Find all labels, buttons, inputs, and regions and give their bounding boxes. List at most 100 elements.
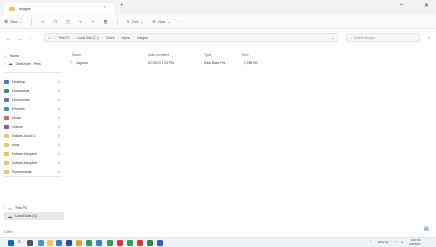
- divider: [4, 176, 62, 177]
- app-icon[interactable]: [127, 240, 133, 246]
- status-bar: 1 item ▤: [0, 226, 436, 237]
- language-indicator[interactable]: ENG IN: [378, 240, 388, 244]
- folder-app-icon[interactable]: [76, 240, 82, 246]
- folder-icon: [4, 98, 9, 102]
- store-icon[interactable]: [66, 240, 72, 246]
- start-icon[interactable]: [8, 240, 14, 246]
- sidebar-item-quick-access[interactable]: Dollars Adopted ⚲: [4, 150, 64, 158]
- pc-icon: ▭: [8, 205, 12, 211]
- search-input[interactable]: ⌕ Search Images: [346, 33, 420, 42]
- folder-icon: [4, 170, 9, 174]
- column-header-type[interactable]: Type: [204, 53, 211, 57]
- sidebar-item-quick-access[interactable]: Documents ⚲: [4, 96, 64, 104]
- sidebar-item-home[interactable]: ⌂ Home: [4, 52, 64, 60]
- folder-icon: [4, 161, 9, 165]
- app-icon[interactable]: [147, 240, 153, 246]
- breadcrumb-this-pc[interactable]: This PC: [58, 36, 70, 40]
- plus-icon: ⊕: [4, 18, 9, 25]
- task-view-icon[interactable]: [27, 240, 33, 246]
- speaker-icon[interactable]: ◂: [401, 240, 403, 244]
- up-icon[interactable]: ↑: [29, 36, 31, 41]
- minimize-button[interactable]: –: [400, 2, 403, 8]
- share-icon[interactable]: ↗: [91, 20, 94, 24]
- back-icon[interactable]: ←: [6, 36, 11, 41]
- chevron-up-icon[interactable]: ^: [370, 240, 371, 244]
- sidebar-item-quick-access[interactable]: docs ⚲: [4, 141, 64, 149]
- folder-icon: [4, 107, 9, 111]
- sidebar-item-quick-access[interactable]: Pictures ⚲: [4, 105, 64, 113]
- copy-icon[interactable]: ❐: [53, 20, 56, 24]
- search-scope-icon[interactable]: ⌕: [428, 35, 430, 40]
- file-icon: ▯: [70, 60, 72, 64]
- clock-date: 2/28/2023: [409, 242, 421, 246]
- delete-icon[interactable]: 🗑: [103, 20, 108, 24]
- file-explorer-icon[interactable]: [47, 240, 53, 246]
- app-icon[interactable]: [137, 240, 143, 246]
- chevron-down-icon: ⌄: [167, 19, 171, 24]
- pin-icon: ⚲: [57, 89, 60, 93]
- view-button[interactable]: ☰ View ⌄: [152, 20, 170, 24]
- sidebar-item-quick-access[interactable]: Dollars Adopted ⚲: [4, 159, 64, 167]
- clock[interactable]: 9:00 PM 2/28/2023: [409, 239, 421, 247]
- sidebar-item-label: Dollars Adopted: [12, 152, 37, 156]
- tab-images[interactable]: Images ×: [4, 3, 114, 15]
- chat-icon[interactable]: [56, 240, 62, 246]
- breadcrumb-local-disk[interactable]: Local Disk (C:): [77, 36, 99, 40]
- sidebar-item-quick-access[interactable]: Music ⚲: [4, 114, 64, 122]
- forward-icon[interactable]: →: [18, 36, 23, 41]
- sidebar-item-local-disk[interactable]: › ▬ Local Disk (C): [4, 212, 64, 220]
- widgets-icon[interactable]: [38, 240, 44, 246]
- search-icon[interactable]: ⌕: [18, 239, 24, 245]
- folder-icon: [4, 152, 9, 156]
- close-button[interactable]: ✕: [424, 2, 429, 9]
- breadcrumb-rayha[interactable]: rayha: [122, 36, 130, 40]
- sort-button[interactable]: ⇅ Sort ⌄: [127, 20, 144, 24]
- tab-close-button[interactable]: ×: [104, 4, 106, 9]
- file-size: 1,095 KB: [244, 61, 258, 65]
- clock-time: 9:00 PM: [410, 238, 421, 242]
- title-bar: Images × + – ✕: [0, 0, 436, 15]
- sidebar-item-onedrive[interactable]: › ☁ OneDrive - Pers: [4, 60, 64, 68]
- column-header-name[interactable]: Name: [72, 53, 81, 57]
- pin-icon: ⚲: [57, 80, 60, 84]
- new-button[interactable]: ⊕ New ⌄: [4, 19, 22, 25]
- sidebar-item-label: OneDrive - Pers: [15, 62, 41, 66]
- sidebar-item-this-pc[interactable]: › ▭ This PC: [4, 204, 64, 212]
- divider: [31, 17, 33, 26]
- file-row[interactable]: ▯ imgdata 6/7/2023 1:00 PM Data Base File 1,…: [68, 60, 348, 67]
- details-view-icon[interactable]: ▤: [424, 226, 429, 232]
- cloud-icon: ☁: [8, 61, 13, 66]
- view-label: View: [157, 19, 166, 24]
- cut-icon[interactable]: ✂: [41, 20, 44, 24]
- chevron-down-icon: ⌄: [19, 19, 23, 24]
- breadcrumb-images[interactable]: Images: [137, 36, 148, 40]
- chevron-right-icon: ›: [4, 62, 6, 66]
- column-header-size[interactable]: Size: [242, 53, 249, 57]
- sidebar-item-label: Dollars Acad Ll: [12, 134, 36, 138]
- folder-icon: [4, 134, 9, 138]
- rename-icon[interactable]: ✎: [79, 20, 82, 24]
- app-icon[interactable]: [96, 240, 102, 246]
- breadcrumb-users[interactable]: Users: [106, 36, 115, 40]
- pin-icon: ⚲: [57, 152, 60, 156]
- app-icon[interactable]: [157, 240, 163, 246]
- taskbar: ⌕ ^ ENG IN ◠ ◂ 9:00 PM 2/28/2023: [0, 237, 436, 247]
- sidebar-item-quick-access[interactable]: Downloads ⚲: [4, 87, 64, 95]
- app-icon[interactable]: [117, 240, 123, 246]
- app-icon[interactable]: [107, 240, 113, 246]
- sidebar-item-quick-access[interactable]: Desktop ⚲: [4, 78, 64, 86]
- chevron-down-icon[interactable]: ⌄: [331, 36, 334, 40]
- new-tab-button[interactable]: +: [120, 3, 124, 9]
- file-date: 6/7/2023 1:00 PM: [148, 61, 175, 65]
- wifi-icon[interactable]: ◠: [394, 240, 397, 244]
- sidebar-item-label: Local Disk (C): [15, 214, 38, 218]
- column-header-date[interactable]: Date modified: [148, 53, 169, 57]
- pin-icon: ⚲: [57, 161, 60, 165]
- sidebar-item-quick-access[interactable]: Screenshots ⚲: [4, 168, 64, 176]
- edge-icon[interactable]: [86, 240, 92, 246]
- more-options-button[interactable]: ···: [179, 20, 183, 24]
- paste-icon[interactable]: 📋: [66, 20, 70, 24]
- address-bar[interactable]: ▭ › This PC › Local Disk (C:) › Users › …: [44, 33, 338, 42]
- sidebar-item-quick-access[interactable]: Dollars Acad Ll ⚲: [4, 132, 64, 140]
- sidebar-item-quick-access[interactable]: Videos ⚲: [4, 123, 64, 131]
